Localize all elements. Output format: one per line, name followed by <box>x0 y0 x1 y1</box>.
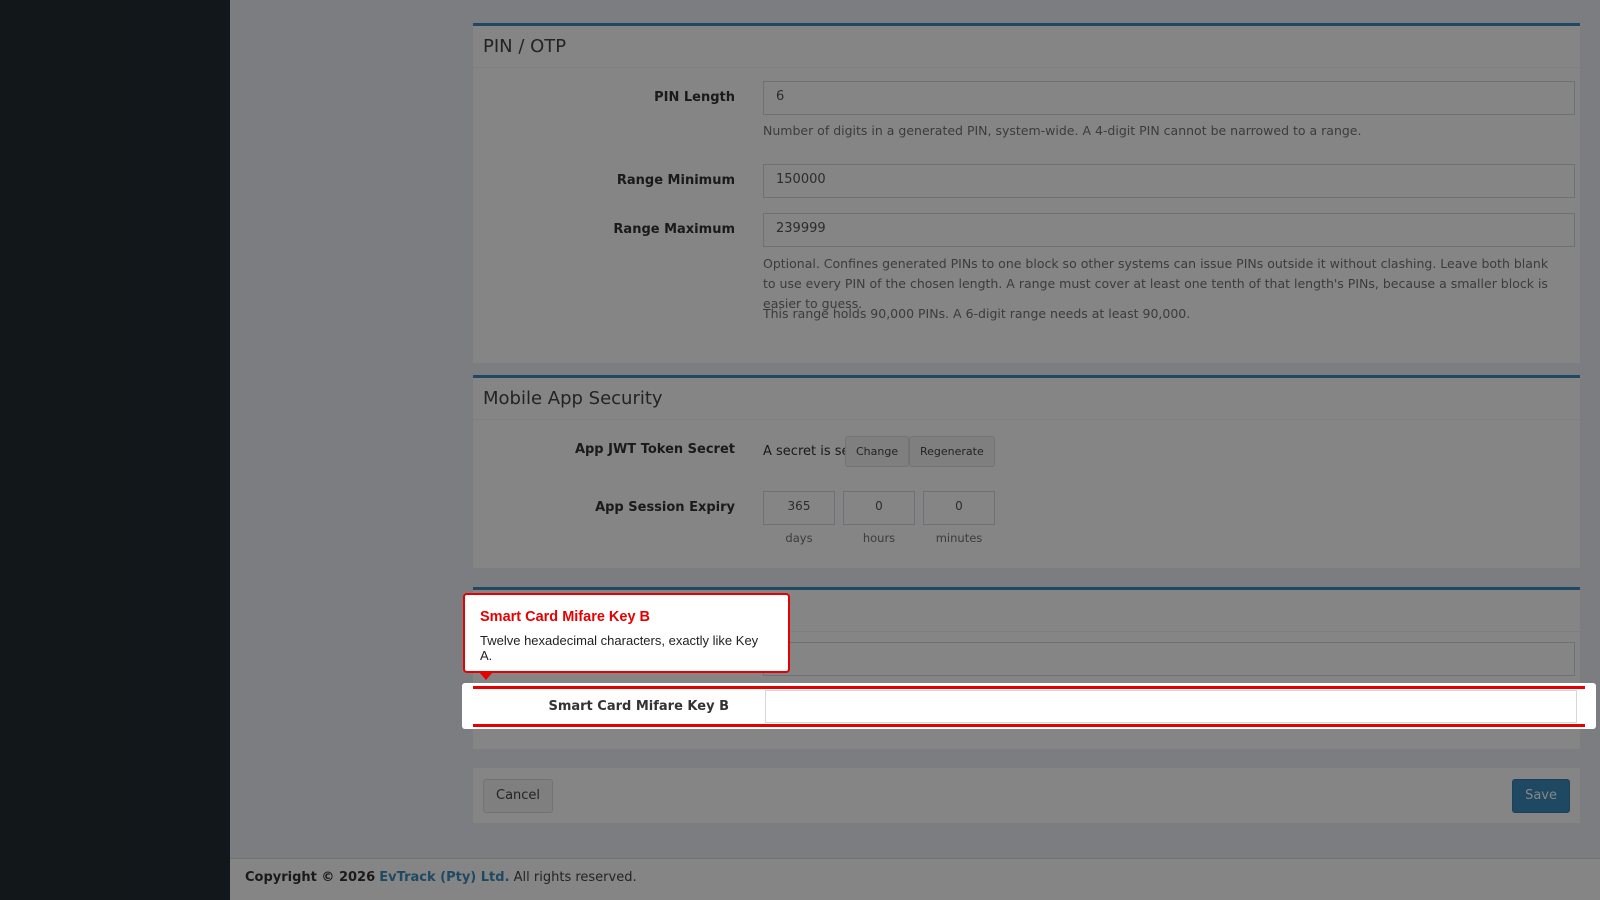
tour-overlay <box>0 0 1600 900</box>
mifare-key-b-label: Smart Card Mifare Key B <box>548 699 729 714</box>
mifare-key-b-input[interactable] <box>765 690 1577 723</box>
tooltip-body: Twelve hexadecimal characters, exactly l… <box>480 633 759 663</box>
highlighted-key-b-row: Smart Card Mifare Key B <box>473 686 1585 727</box>
tooltip-arrow-icon <box>479 672 493 680</box>
tour-tooltip: Smart Card Mifare Key B Twelve hexadecim… <box>463 593 790 680</box>
tooltip-title: Smart Card Mifare Key B <box>480 609 651 625</box>
